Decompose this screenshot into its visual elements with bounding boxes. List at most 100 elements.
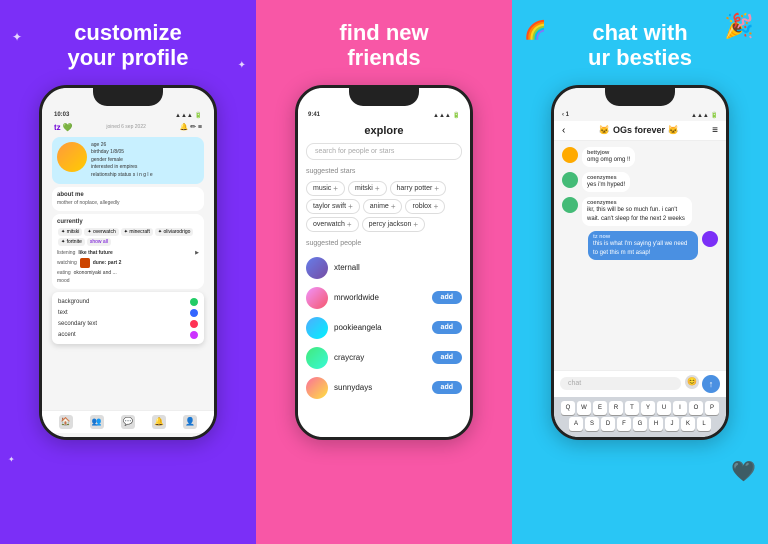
menu-row-secondary[interactable]: secondary text: [58, 318, 198, 329]
p2-time: 9:41: [308, 112, 320, 119]
tag-overwatch[interactable]: overwatch+: [306, 217, 359, 232]
color-dot-accent: [190, 331, 198, 339]
msg-bettyjow: bettyjow omg omg omg !!: [562, 147, 718, 167]
text-tz: this is what I'm saying y'all we need to…: [593, 240, 693, 257]
key-f[interactable]: F: [617, 417, 631, 431]
phone-notch-2: [349, 88, 419, 106]
p1-age: age 26: [91, 142, 153, 150]
menu-row-background[interactable]: background: [58, 296, 198, 307]
key-j[interactable]: J: [665, 417, 679, 431]
p1-eating-label: eating: [57, 270, 71, 276]
key-o[interactable]: O: [689, 401, 703, 415]
p1-watching-label: watching: [57, 260, 77, 266]
p3-input-placeholder: chat: [568, 380, 581, 387]
phone-screen-1: 10:03 ▲▲▲ 🔋 tz 💚 joined 6 sep 2022 🔔 ✏ ≡…: [42, 88, 214, 437]
send-button[interactable]: ↑: [702, 375, 720, 393]
nav-friends[interactable]: 👥: [90, 415, 104, 429]
color-dot-secondary: [190, 320, 198, 328]
tag-mitski: ✦ mitski: [58, 228, 82, 236]
phone-screen-3: ‹ 1 ▲▲▲ 🔋 ‹ 🐱 OGs forever 🐱 ≡ bettyjow o…: [554, 88, 726, 437]
panel-find-friends: find new friends 9:41 ▲▲▲ 🔋 explore sear…: [256, 0, 512, 544]
nav-home[interactable]: 🏠: [59, 415, 73, 429]
key-t[interactable]: T: [625, 401, 639, 415]
p3-keyboard: Q W E R T Y U I O P A S D F G H: [554, 397, 726, 437]
tag-percy-jackson[interactable]: percy jackson+: [362, 217, 425, 232]
menu-row-text[interactable]: text: [58, 307, 198, 318]
add-pookieangela-button[interactable]: add: [432, 321, 462, 334]
p2-search-placeholder: search for people or stars: [315, 148, 394, 155]
p2-suggested-stars-label: suggested stars: [298, 166, 470, 177]
p1-eating-val: okonomiyaki and ...: [74, 270, 117, 276]
p1-profile-info: age 26 birthday 1/8/05 gender female int…: [91, 142, 153, 180]
status-bar-1: 10:03 ▲▲▲ 🔋: [48, 110, 208, 121]
key-p[interactable]: P: [705, 401, 719, 415]
msg-content-coenzymes-1: coenzymes yes i'm hyped!: [582, 172, 630, 192]
p1-header: tz 💚 joined 6 sep 2022 🔔 ✏ ≡: [48, 121, 208, 134]
p1-bottom-nav: 🏠 👥 💬 🔔 👤: [42, 410, 214, 433]
p3-chat-input[interactable]: chat: [560, 377, 681, 390]
p3-chat-header: ‹ 🐱 OGs forever 🐱 ≡: [554, 121, 726, 141]
tag-fortnite: ✦ fortnite: [58, 238, 85, 246]
key-l[interactable]: L: [697, 417, 711, 431]
key-u[interactable]: U: [657, 401, 671, 415]
add-mrworldwide-button[interactable]: add: [432, 291, 462, 304]
key-h[interactable]: H: [649, 417, 663, 431]
tag-music[interactable]: music+: [306, 181, 345, 196]
p3-status-bar: ‹ 1 ▲▲▲ 🔋: [554, 110, 726, 121]
p3-menu-icon[interactable]: ≡: [712, 125, 718, 136]
nav-notif[interactable]: 🔔: [152, 415, 166, 429]
person-xternall: xternall: [306, 253, 462, 283]
key-d[interactable]: D: [601, 417, 615, 431]
p2-search-bar[interactable]: search for people or stars: [306, 143, 462, 160]
msg-coenzymes-2: coenzymes ikr, this will be so much fun.…: [562, 197, 718, 226]
p1-listening-label: listening: [57, 250, 75, 256]
key-a[interactable]: A: [569, 417, 583, 431]
tag-roblox[interactable]: roblox+: [405, 199, 445, 214]
nav-chat[interactable]: 💬: [121, 415, 135, 429]
phone-notch-1: [93, 88, 163, 106]
person-craycray: craycray add: [306, 343, 462, 373]
color-dot-text: [190, 309, 198, 317]
msg-tz: tz now this is what I'm saying y'all we …: [588, 231, 718, 260]
person-mrworldwide: mrworldwide add: [306, 283, 462, 313]
menu-row-accent[interactable]: accent: [58, 329, 198, 340]
p3-back-icon[interactable]: ‹: [562, 125, 565, 136]
p1-profile-card: age 26 birthday 1/8/05 gender female int…: [52, 137, 204, 185]
tag-harry-potter[interactable]: harry potter+: [390, 181, 446, 196]
add-craycray-button[interactable]: add: [432, 351, 462, 364]
key-w[interactable]: W: [577, 401, 591, 415]
p2-star-tags: music+ mitski+ harry potter+ taylor swif…: [298, 181, 470, 232]
tag-overwatch: ✦ overwatch: [84, 228, 118, 236]
phone-mockup-2: 9:41 ▲▲▲ 🔋 explore search for people or …: [295, 85, 473, 440]
name-xternall: xternall: [334, 263, 462, 272]
key-s[interactable]: S: [585, 417, 599, 431]
key-q[interactable]: Q: [561, 401, 575, 415]
panel2-title: find new friends: [339, 20, 428, 71]
p1-listening-val: like that future: [78, 250, 112, 256]
key-i[interactable]: I: [673, 401, 687, 415]
text-bettyjow: omg omg omg !!: [587, 156, 630, 164]
p3-input-area: chat 😊 ↑: [554, 370, 726, 397]
p1-gender: gender female: [91, 157, 153, 165]
keyboard-row-2: A S D F G H J K L: [556, 417, 724, 431]
p3-chat-name: 🐱 OGs forever 🐱: [599, 125, 679, 136]
add-sunnydays-button[interactable]: add: [432, 381, 462, 394]
tag-anime[interactable]: anime+: [363, 199, 403, 214]
key-r[interactable]: R: [609, 401, 623, 415]
phone-mockup-1: 10:03 ▲▲▲ 🔋 tz 💚 joined 6 sep 2022 🔔 ✏ ≡…: [39, 85, 217, 440]
avatar-tz: [702, 231, 718, 247]
p1-username: tz 💚: [54, 123, 73, 132]
tag-taylor-swift[interactable]: taylor swift+: [306, 199, 360, 214]
person-pookieangela: pookieangela add: [306, 313, 462, 343]
key-e[interactable]: E: [593, 401, 607, 415]
nav-profile[interactable]: 👤: [183, 415, 197, 429]
avatar-coenzymes-2: [562, 197, 578, 213]
key-y[interactable]: Y: [641, 401, 655, 415]
p1-birthday: birthday 1/8/05: [91, 149, 153, 157]
key-g[interactable]: G: [633, 417, 647, 431]
p1-currently-title: currently: [57, 219, 199, 225]
tag-mitski[interactable]: mitski+: [348, 181, 387, 196]
emoji-button[interactable]: 😊: [685, 375, 699, 389]
key-k[interactable]: K: [681, 417, 695, 431]
panel-customize: ✦ ✦ ✦ customize your profile 10:03 ▲▲▲ 🔋…: [0, 0, 256, 544]
